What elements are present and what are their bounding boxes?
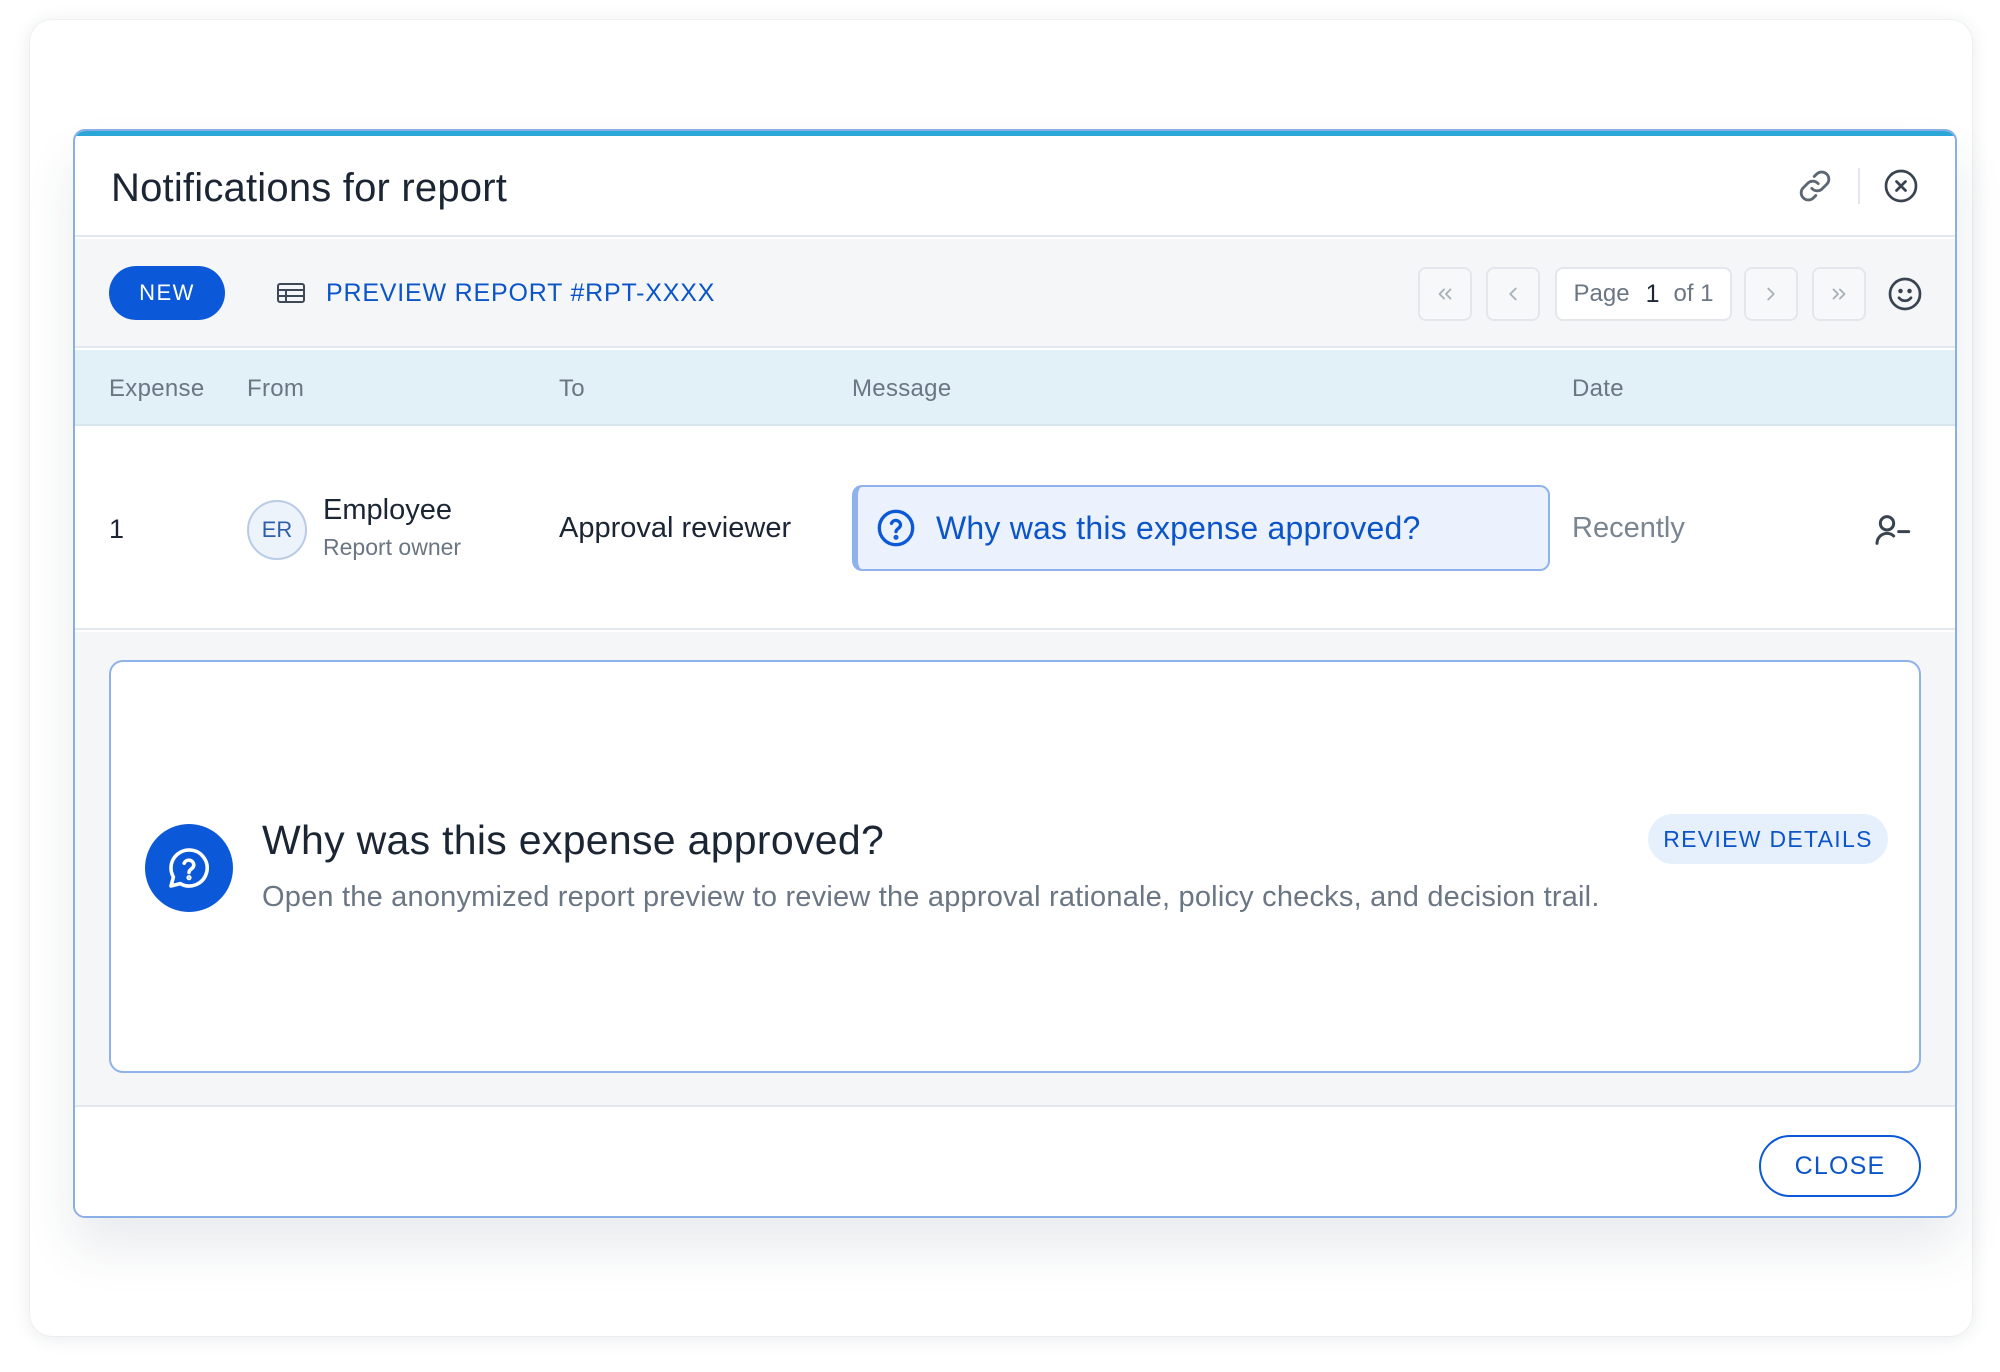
detail-area: Why was this expense approved? Open the … — [75, 632, 1955, 1107]
column-header-to[interactable]: To — [559, 375, 585, 403]
table-icon — [276, 280, 310, 306]
reactions-button[interactable] — [1884, 273, 1926, 315]
first-page-button[interactable] — [1418, 267, 1472, 321]
help-circle-icon — [876, 508, 916, 548]
chevrons-right-icon — [1832, 288, 1846, 300]
user-minus-icon — [1875, 515, 1911, 545]
last-page-button[interactable] — [1812, 267, 1866, 321]
toolbar: NEW PREVIEW REPORT #RPT-XXXX Page 1 of 1 — [75, 239, 1955, 348]
smile-icon — [1888, 277, 1922, 311]
column-header-date[interactable]: Date — [1572, 375, 1624, 403]
unassign-user-button[interactable] — [1868, 506, 1916, 554]
close-dialog-button[interactable] — [1875, 160, 1927, 212]
message-pill[interactable]: Why was this expense approved? — [852, 485, 1550, 571]
review-details-button[interactable]: REVIEW DETAILS — [1648, 814, 1888, 864]
page-word: Page — [1573, 280, 1630, 307]
new-button[interactable]: NEW — [109, 266, 225, 320]
close-button[interactable]: CLOSE — [1759, 1135, 1921, 1197]
preview-report-label: PREVIEW REPORT #RPT-XXXX — [326, 278, 716, 307]
chevron-left-icon — [1509, 287, 1517, 301]
next-page-button[interactable] — [1744, 267, 1798, 321]
date-value: Recently — [1572, 512, 1685, 544]
chevron-right-icon — [1767, 287, 1775, 301]
detail-title: Why was this expense approved? — [262, 817, 885, 863]
header-divider — [1858, 168, 1860, 204]
avatar: ER — [247, 500, 307, 560]
dialog-title: Notifications for report — [111, 166, 508, 210]
sender-name: Employee — [323, 494, 452, 526]
table-header: Expense From To Message Date — [75, 350, 1955, 426]
dialog-header: Notifications for report — [75, 136, 1955, 237]
column-header-message[interactable]: Message — [852, 375, 951, 403]
close-circle-icon — [1884, 169, 1918, 203]
column-header-from[interactable]: From — [247, 375, 304, 403]
notifications-dialog: Notifications for report NEW PREVIEW REP… — [73, 129, 1957, 1218]
table-row[interactable]: 1 ER Employee Report owner Approval revi… — [75, 428, 1955, 630]
message-question-icon — [145, 824, 233, 912]
detail-description: Open the anonymized report preview to re… — [262, 881, 1600, 913]
link-icon — [1799, 170, 1831, 202]
column-header-expense[interactable]: Expense — [109, 375, 205, 403]
page-current[interactable]: 1 — [1646, 280, 1660, 309]
previous-page-button[interactable] — [1486, 267, 1540, 321]
recipient: Approval reviewer — [559, 512, 792, 544]
copy-link-button[interactable] — [1789, 160, 1841, 212]
page-total: of 1 — [1673, 280, 1714, 307]
chevrons-left-icon — [1438, 288, 1452, 300]
page-indicator: Page 1 of 1 — [1555, 267, 1732, 321]
preview-report-link[interactable]: PREVIEW REPORT #RPT-XXXX — [276, 266, 715, 320]
sender-role: Report owner — [323, 534, 462, 560]
expense-number: 1 — [109, 514, 125, 544]
message-text: Why was this expense approved? — [936, 509, 1421, 546]
message-detail-card: Why was this expense approved? Open the … — [109, 660, 1921, 1073]
dialog-footer: CLOSE — [75, 1109, 1955, 1216]
